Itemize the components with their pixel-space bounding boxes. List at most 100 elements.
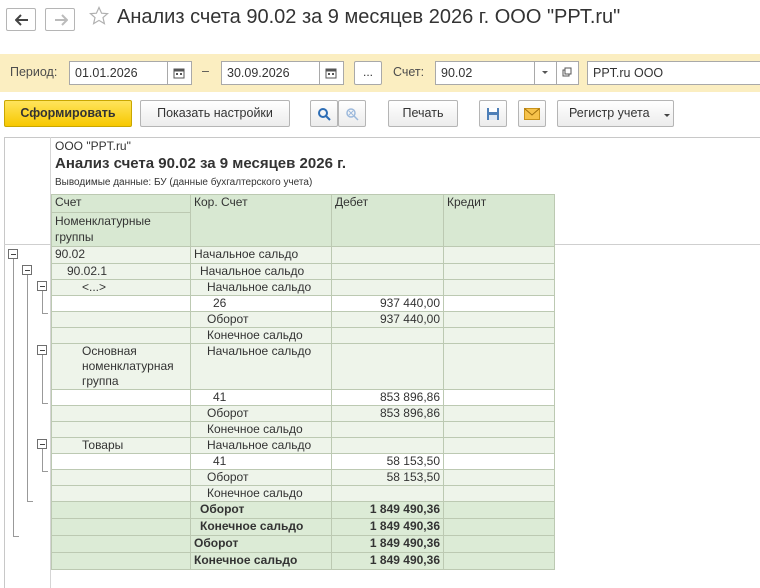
row-credit (443, 437, 555, 454)
row-credit (443, 295, 555, 312)
row-debit: 1 849 490,36 (331, 552, 444, 570)
row-corr: Оборот (190, 405, 332, 422)
row-corr: 41 (190, 453, 332, 470)
row-credit (443, 343, 555, 390)
row-credit (443, 327, 555, 344)
report-org: ООО "PPT.ru" (55, 139, 131, 153)
register-dropdown-button[interactable]: Регистр учета (557, 100, 674, 127)
row-credit (443, 263, 555, 280)
row-debit (331, 327, 444, 344)
row-debit: 1 849 490,36 (331, 535, 444, 553)
tree-line (27, 275, 28, 501)
collapse-toggle-main-group[interactable] (37, 345, 47, 355)
tree-line (42, 291, 43, 313)
row-account (51, 501, 191, 519)
report-table: Счет Кор. Счет Дебет Кредит Номенклатурн… (51, 194, 555, 570)
calendar-to-button[interactable] (320, 61, 344, 85)
row-debit: 1 849 490,36 (331, 501, 444, 519)
row-corr: Конечное сальдо (190, 552, 332, 570)
row-account (51, 421, 191, 438)
date-to-field[interactable]: 30.09.2026 (221, 61, 320, 85)
calendar-icon (173, 68, 185, 79)
row-corr: Начальное сальдо (190, 437, 332, 454)
chevron-down-icon (664, 114, 670, 117)
search-clear-button[interactable] (338, 100, 366, 127)
favorite-star-icon[interactable] (88, 6, 110, 29)
period-label: Период: (10, 65, 58, 79)
row-debit (331, 343, 444, 390)
row-credit (443, 485, 555, 502)
row-corr: Конечное сальдо (190, 327, 332, 344)
account-dropdown-button[interactable] (535, 61, 557, 85)
search-icon (318, 107, 331, 121)
search-cancel-icon (346, 107, 359, 121)
row-credit (443, 405, 555, 422)
row-credit (443, 246, 555, 264)
row-account (51, 535, 191, 553)
row-corr: 26 (190, 295, 332, 312)
window-title: Анализ счета 90.02 за 9 месяцев 2026 г. … (117, 6, 621, 28)
row-corr: Конечное сальдо (190, 485, 332, 502)
row-credit (443, 389, 555, 406)
row-debit: 853 896,86 (331, 389, 444, 406)
account-field[interactable]: 90.02 (435, 61, 535, 85)
send-email-button[interactable] (518, 100, 546, 127)
row-debit (331, 485, 444, 502)
row-credit (443, 552, 555, 570)
row-corr: Начальное сальдо (190, 343, 332, 390)
search-button[interactable] (310, 100, 338, 127)
tree-line (42, 355, 43, 403)
tree-line (13, 536, 19, 537)
account-label: Счет: (393, 65, 425, 79)
row-corr: Оборот (190, 501, 332, 519)
row-credit (443, 311, 555, 328)
period-select-button[interactable]: ... (354, 61, 382, 85)
calendar-icon (325, 68, 337, 79)
row-account (51, 295, 191, 312)
row-account (51, 327, 191, 344)
collapse-toggle-goods[interactable] (37, 439, 47, 449)
calendar-from-button[interactable] (168, 61, 192, 85)
collapse-toggle-90-02[interactable] (8, 249, 18, 259)
open-icon (562, 67, 572, 77)
header-nomenclature: Номенклатурные группы (51, 212, 191, 247)
row-corr: Оборот (190, 469, 332, 486)
account-open-button[interactable] (557, 61, 579, 85)
row-credit (443, 469, 555, 486)
date-from-field[interactable]: 01.01.2026 (69, 61, 168, 85)
back-button[interactable] (6, 8, 36, 31)
generate-button[interactable]: Сформировать (4, 100, 132, 127)
row-account (51, 453, 191, 470)
tree-line (13, 259, 14, 536)
row-credit (443, 535, 555, 553)
header-debit: Дебет (331, 194, 444, 247)
show-settings-button[interactable]: Показать настройки (140, 100, 290, 127)
collapse-toggle-90-02-1[interactable] (22, 265, 32, 275)
arrow-right-icon (55, 14, 68, 26)
forward-button[interactable] (45, 8, 75, 31)
row-account: Основная номенклатурная группа (51, 343, 191, 390)
save-button[interactable] (479, 100, 507, 127)
header-account: Счет (51, 194, 191, 213)
row-corr: Конечное сальдо (190, 421, 332, 438)
row-debit (331, 263, 444, 280)
period-dash: – (202, 64, 209, 78)
floppy-disk-icon (487, 107, 499, 120)
row-account (51, 552, 191, 570)
row-debit: 58 153,50 (331, 469, 444, 486)
register-button-label: Регистр учета (569, 106, 650, 120)
row-corr: Конечное сальдо (190, 518, 332, 536)
organization-field[interactable]: PPT.ru ООО (587, 61, 760, 85)
row-debit (331, 437, 444, 454)
row-account (51, 469, 191, 486)
row-account (51, 405, 191, 422)
row-corr: Начальное сальдо (190, 279, 332, 296)
row-corr: Оборот (190, 535, 332, 553)
tree-line (42, 313, 48, 314)
arrow-left-icon (15, 14, 28, 26)
print-button[interactable]: Печать (388, 100, 458, 127)
collapse-toggle-unspecified[interactable] (37, 281, 47, 291)
row-debit: 937 440,00 (331, 311, 444, 328)
row-debit: 1 849 490,36 (331, 518, 444, 536)
row-account (51, 518, 191, 536)
